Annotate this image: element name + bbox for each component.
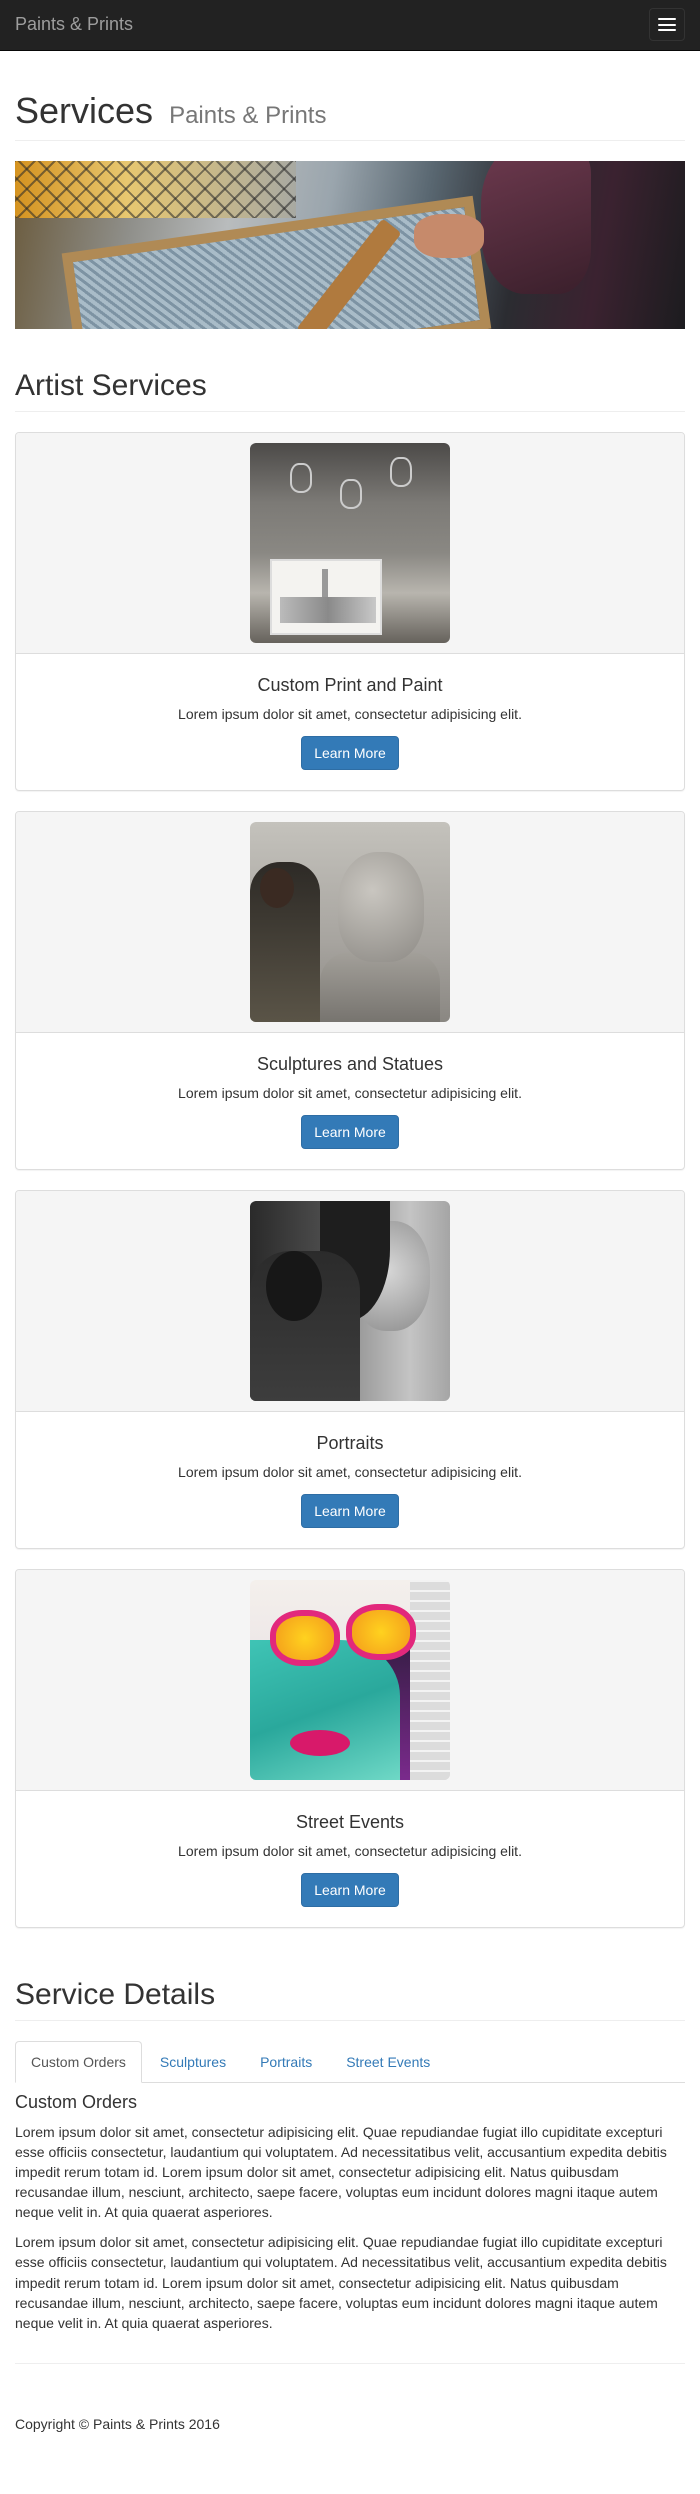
service-card-title: Portraits (316, 1432, 384, 1453)
service-card-title: Sculptures and Statues (256, 1053, 444, 1074)
service-card-image (250, 1579, 450, 1780)
navbar: Paints & Prints (0, 0, 700, 51)
bust-shape (338, 851, 424, 962)
navbar-brand[interactable]: Paints & Prints (15, 14, 133, 34)
lamp-shape (290, 462, 312, 493)
service-card-body: Street Events Lorem ipsum dolor sit amet… (16, 1791, 684, 1927)
footer: Copyright © Paints & Prints 2016 (15, 2414, 685, 2434)
service-card-heading (16, 432, 684, 654)
graffiti-lips-shape (290, 1729, 350, 1756)
hero-mesh (15, 160, 297, 218)
page-title: Services Paints & Prints (15, 91, 685, 131)
lamp-shape (390, 456, 412, 487)
service-details-header: Service Details (15, 1978, 685, 2021)
service-card-title: Custom Print and Paint (257, 674, 443, 695)
sculptor-shape (250, 861, 320, 1022)
service-card: Sculptures and Statues Lorem ipsum dolor… (15, 810, 685, 1170)
tab-content-title: Custom Orders (15, 2091, 138, 2112)
lamp-shape (340, 478, 362, 509)
service-card-text: Lorem ipsum dolor sit amet, consectetur … (178, 1464, 522, 1481)
sunglasses-lens-shape (346, 1603, 416, 1660)
sunglasses-lens-shape (270, 1609, 340, 1666)
service-tabs: Custom Orders Sculptures Portraits Stree… (15, 2040, 685, 2083)
service-card-image (250, 1200, 450, 1401)
artist-shape (250, 1250, 360, 1401)
service-card-body: Custom Print and Paint Lorem ipsum dolor… (16, 654, 684, 790)
tab-content-paragraph: Lorem ipsum dolor sit amet, consectetur … (15, 2124, 667, 2221)
hamburger-menu-icon[interactable] (649, 8, 685, 41)
service-details-title: Service Details (15, 1977, 216, 2011)
learn-more-button[interactable]: Learn More (301, 736, 399, 771)
hero-arm (481, 160, 592, 294)
learn-more-button[interactable]: Learn More (301, 1115, 399, 1150)
service-card-text: Lorem ipsum dolor sit amet, consectetur … (178, 1843, 522, 1860)
poster-shape (270, 558, 382, 635)
hero-hand (414, 214, 484, 259)
service-card-text: Lorem ipsum dolor sit amet, consectetur … (178, 706, 522, 723)
artist-services-title: Artist Services (15, 368, 207, 402)
copyright-text: Copyright © Paints & Prints 2016 (15, 2415, 220, 2432)
service-card-heading (16, 1569, 684, 1791)
service-card: Portraits Lorem ipsum dolor sit amet, co… (15, 1189, 685, 1549)
service-card-image (250, 821, 450, 1022)
brick-wall-shape (410, 1579, 450, 1780)
service-card-text: Lorem ipsum dolor sit amet, consectetur … (178, 1085, 522, 1102)
page-title-text: Services (15, 90, 154, 131)
tab-custom-orders[interactable]: Custom Orders (15, 2040, 142, 2083)
hero-image (15, 160, 685, 329)
menu-bar (658, 18, 676, 20)
service-card-body: Portraits Lorem ipsum dolor sit amet, co… (16, 1412, 684, 1548)
service-card: Street Events Lorem ipsum dolor sit amet… (15, 1568, 685, 1928)
service-card-title: Street Events (295, 1811, 405, 1832)
service-card-body: Sculptures and Statues Lorem ipsum dolor… (16, 1033, 684, 1169)
service-card: Custom Print and Paint Lorem ipsum dolor… (15, 431, 685, 791)
bust-base-shape (320, 951, 440, 1022)
service-card-image (250, 442, 450, 643)
tab-sculptures[interactable]: Sculptures (144, 2041, 242, 2083)
main-container: Services Paints & Prints Artist Services… (0, 91, 700, 2434)
artist-services-header: Artist Services (15, 369, 685, 412)
tab-portraits[interactable]: Portraits (244, 2041, 328, 2083)
page-header: Services Paints & Prints (15, 91, 685, 141)
menu-bar (658, 29, 676, 31)
footer-divider (15, 2362, 685, 2364)
menu-bar (658, 23, 676, 26)
tab-content: Custom Orders Lorem ipsum dolor sit amet… (15, 2091, 685, 2333)
service-card-heading (16, 1190, 684, 1412)
learn-more-button[interactable]: Learn More (301, 1494, 399, 1529)
tab-content-paragraph: Lorem ipsum dolor sit amet, consectetur … (15, 2234, 667, 2331)
learn-more-button[interactable]: Learn More (301, 1873, 399, 1908)
service-card-heading (16, 811, 684, 1033)
tab-street-events[interactable]: Street Events (330, 2041, 446, 2083)
page-subtitle: Paints & Prints (169, 102, 327, 129)
